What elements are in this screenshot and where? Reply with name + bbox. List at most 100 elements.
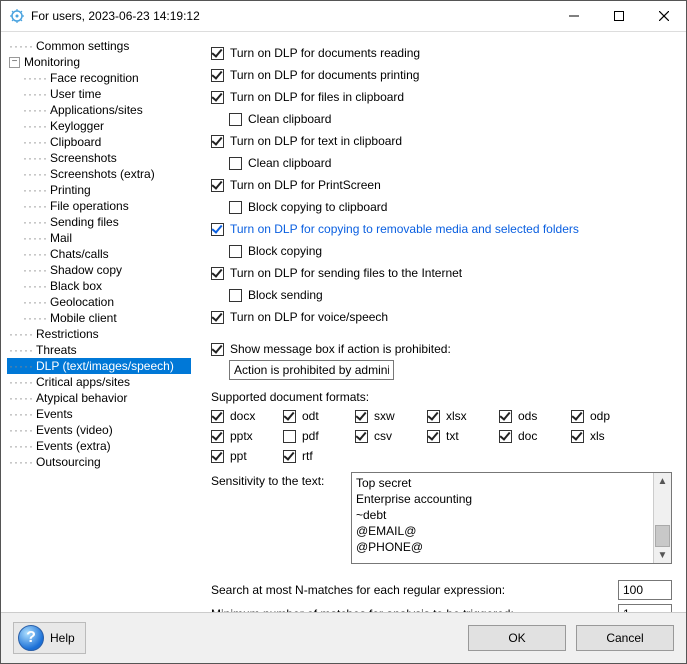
scrollbar[interactable]: ▲ ▼	[653, 473, 671, 563]
checkbox-dlp-suboption[interactable]	[229, 201, 242, 214]
tree-leaf-icon: ·····	[9, 38, 34, 54]
checkbox-dlp-option[interactable]	[211, 47, 224, 60]
tree-item[interactable]: ·····Events (extra)	[7, 438, 191, 454]
checkbox-format-doc[interactable]	[499, 430, 512, 443]
checkbox-format-csv[interactable]	[355, 430, 368, 443]
tree-item[interactable]: ·····Face recognition	[7, 70, 191, 86]
prohibited-message-input[interactable]	[229, 360, 394, 380]
tree-item[interactable]: ·····Chats/calls	[7, 246, 191, 262]
tree-item[interactable]: ·····Printing	[7, 182, 191, 198]
checkbox-format-odp[interactable]	[571, 410, 584, 423]
sensitivity-item[interactable]: @EMAIL@	[356, 523, 649, 539]
label-format: pdf	[302, 429, 319, 443]
checkbox-dlp-suboption[interactable]	[229, 245, 242, 258]
tree-item[interactable]: ·····Restrictions	[7, 326, 191, 342]
checkbox-dlp-option[interactable]	[211, 223, 224, 236]
tree-item[interactable]: ·····Mail	[7, 230, 191, 246]
tree-leaf-icon: ·····	[23, 246, 48, 262]
tree-leaf-icon: ·····	[23, 86, 48, 102]
tree-leaf-icon: ·····	[9, 374, 34, 390]
tree-item[interactable]: ·····Common settings	[7, 38, 191, 54]
checkbox-format-xlsx[interactable]	[427, 410, 440, 423]
tree-item[interactable]: ·····Black box	[7, 278, 191, 294]
checkbox-format-odt[interactable]	[283, 410, 296, 423]
tree-item[interactable]: ·····Threats	[7, 342, 191, 358]
tree-item[interactable]: ·····User time	[7, 86, 191, 102]
checkbox-dlp-option[interactable]	[211, 311, 224, 324]
checkbox-format-txt[interactable]	[427, 430, 440, 443]
tree-leaf-icon: ·····	[23, 278, 48, 294]
label-format: sxw	[374, 409, 395, 423]
checkbox-dlp-suboption[interactable]	[229, 289, 242, 302]
scroll-up-icon[interactable]: ▲	[654, 473, 671, 489]
tree-item[interactable]: ·····DLP (text/images/speech)	[7, 358, 191, 374]
tree-item[interactable]: ·····File operations	[7, 198, 191, 214]
sensitivity-item[interactable]: Top secret	[356, 475, 649, 491]
checkbox-format-ppt[interactable]	[211, 450, 224, 463]
checkbox-format-xls[interactable]	[571, 430, 584, 443]
tree-item[interactable]: ·····Clipboard	[7, 134, 191, 150]
close-button[interactable]	[641, 2, 686, 31]
tree-item[interactable]: ·····Events	[7, 406, 191, 422]
sensitivity-item[interactable]: Enterprise accounting	[356, 491, 649, 507]
checkbox-dlp-option[interactable]	[211, 69, 224, 82]
tree-item-label: Monitoring	[24, 54, 80, 70]
ok-button[interactable]: OK	[468, 625, 566, 651]
checkbox-format-pdf[interactable]	[283, 430, 296, 443]
tree-item[interactable]: ·····Events (video)	[7, 422, 191, 438]
tree-item[interactable]: ·····Critical apps/sites	[7, 374, 191, 390]
maximize-button[interactable]	[596, 2, 641, 31]
checkbox-dlp-option[interactable]	[211, 91, 224, 104]
tree-item-label: Threats	[36, 342, 77, 358]
tree-leaf-icon: ·····	[23, 262, 48, 278]
cancel-button[interactable]: Cancel	[576, 625, 674, 651]
checkbox-dlp-suboption[interactable]	[229, 113, 242, 126]
sensitivity-item[interactable]: @PHONE@	[356, 539, 649, 555]
min-matches-input[interactable]	[618, 604, 672, 612]
tree-item[interactable]: ·····Outsourcing	[7, 454, 191, 470]
minimize-button[interactable]	[551, 2, 596, 31]
checkbox-show-message[interactable]	[211, 343, 224, 356]
titlebar: For users, 2023-06-23 14:19:12	[1, 1, 686, 32]
checkbox-format-sxw[interactable]	[355, 410, 368, 423]
sensitivity-item[interactable]: ~debt	[356, 507, 649, 523]
tree-item[interactable]: ·····Mobile client	[7, 310, 191, 326]
label-format: odp	[590, 409, 610, 423]
tree-item-label: Sending files	[50, 214, 119, 230]
tree-item-label: File operations	[50, 198, 129, 214]
tree-item[interactable]: ·····Sending files	[7, 214, 191, 230]
tree-item-label: Black box	[50, 278, 102, 294]
sensitivity-list[interactable]: Top secretEnterprise accounting~debt@EMA…	[351, 472, 672, 564]
scroll-down-icon[interactable]: ▼	[654, 547, 671, 563]
checkbox-dlp-suboption[interactable]	[229, 157, 242, 170]
label-format: rtf	[302, 449, 313, 463]
tree-item[interactable]: −Monitoring	[7, 54, 191, 70]
help-button[interactable]: ? Help	[13, 622, 86, 654]
tree-item[interactable]: ·····Keylogger	[7, 118, 191, 134]
tree-item[interactable]: ·····Geolocation	[7, 294, 191, 310]
checkbox-format-ods[interactable]	[499, 410, 512, 423]
tree-item[interactable]: ·····Screenshots (extra)	[7, 166, 191, 182]
label-dlp-option: Turn on DLP for voice/speech	[230, 310, 388, 324]
tree-item-label: Events	[36, 406, 73, 422]
tree-item[interactable]: ·····Shadow copy	[7, 262, 191, 278]
checkbox-dlp-option[interactable]	[211, 267, 224, 280]
checkbox-dlp-option[interactable]	[211, 135, 224, 148]
scroll-thumb[interactable]	[655, 525, 670, 547]
checkbox-dlp-option[interactable]	[211, 179, 224, 192]
settings-tree[interactable]: ·····Common settings−Monitoring·····Face…	[1, 32, 193, 612]
checkbox-format-rtf[interactable]	[283, 450, 296, 463]
tree-item-label: Clipboard	[50, 134, 101, 150]
tree-item[interactable]: ·····Screenshots	[7, 150, 191, 166]
tree-item[interactable]: ·····Applications/sites	[7, 102, 191, 118]
n-matches-input[interactable]	[618, 580, 672, 600]
tree-item-label: DLP (text/images/speech)	[36, 358, 174, 374]
label-format: docx	[230, 409, 255, 423]
label-dlp-suboption: Clean clipboard	[248, 112, 331, 126]
tree-item[interactable]: ·····Atypical behavior	[7, 390, 191, 406]
tree-toggle-icon[interactable]: −	[9, 57, 20, 68]
checkbox-format-pptx[interactable]	[211, 430, 224, 443]
checkbox-format-docx[interactable]	[211, 410, 224, 423]
window-title: For users, 2023-06-23 14:19:12	[31, 9, 200, 23]
label-dlp-option: Turn on DLP for copying to removable med…	[230, 222, 579, 236]
